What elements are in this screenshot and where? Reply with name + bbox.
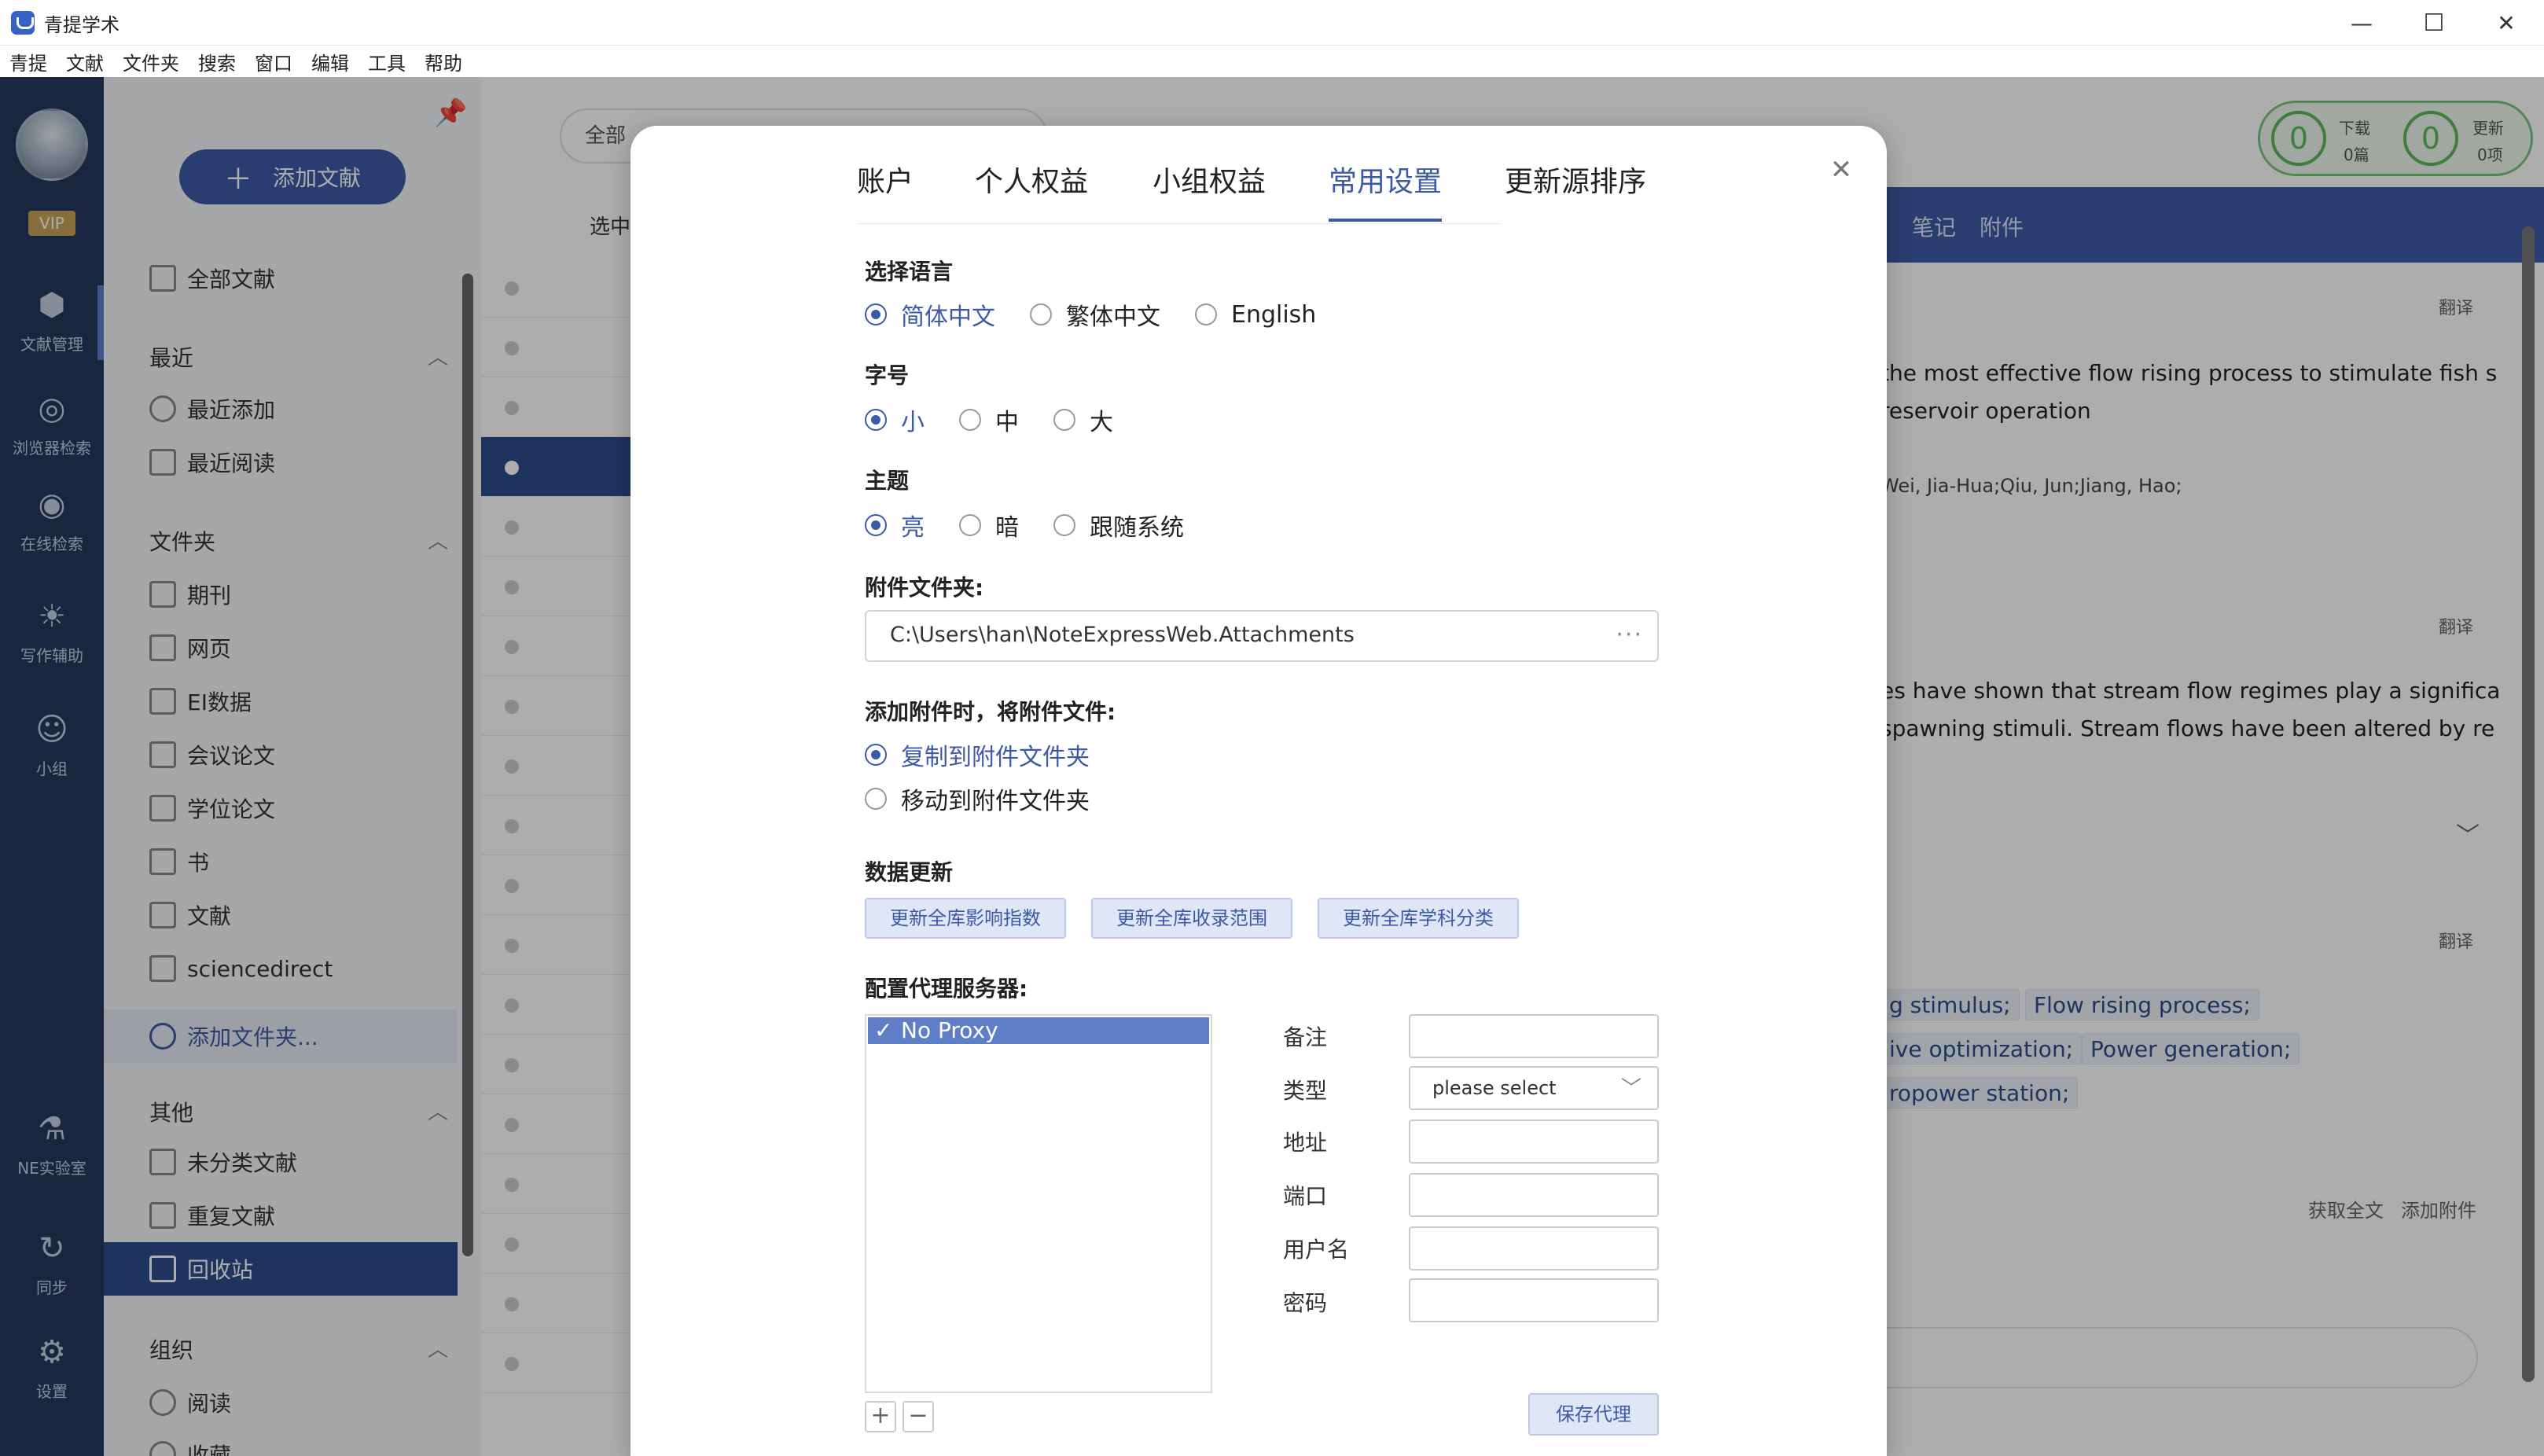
radio-english[interactable]: English (1195, 301, 1316, 329)
attach-mode-radio-move: 移动到附件文件夹 (865, 781, 1124, 816)
radio-font-small[interactable]: 小 (865, 403, 925, 437)
proxy-list[interactable]: ✓ No Proxy (865, 1014, 1212, 1393)
title-bar: 青提学术 — ☐ ✕ (0, 0, 2544, 46)
proxy-username-input[interactable] (1409, 1226, 1659, 1270)
chevron-down-icon: ﹀ (1620, 1077, 1641, 1101)
settings-modal: 账户 个人权益 小组权益 常用设置 更新源排序 ✕ 选择语言 简体中文 繁体中文… (630, 126, 1887, 1456)
proxy-note-input[interactable] (1409, 1014, 1659, 1058)
proxy-port-input[interactable] (1409, 1173, 1659, 1217)
radio-copy-to-folder[interactable]: 复制到附件文件夹 (865, 737, 1090, 772)
language-label: 选择语言 (865, 259, 954, 285)
menu-help[interactable]: 帮助 (425, 48, 462, 75)
proxy-note-label: 备注 (1283, 1024, 1328, 1050)
proxy-password-label: 密码 (1283, 1290, 1328, 1316)
tab-personal-benefits[interactable]: 个人权益 (975, 159, 1088, 206)
menu-folder[interactable]: 文件夹 (123, 48, 179, 75)
check-icon: ✓ (874, 1017, 893, 1043)
proxy-list-item[interactable]: ✓ No Proxy (868, 1017, 1209, 1044)
menu-bar: 青提 文献 文件夹 搜索 窗口 编辑 工具 帮助 (0, 46, 2544, 77)
menu-search[interactable]: 搜索 (198, 48, 236, 75)
radio-font-medium[interactable]: 中 (959, 403, 1019, 437)
tab-group-benefits[interactable]: 小组权益 (1153, 159, 1266, 206)
radio-simplified-chinese[interactable]: 简体中文 (865, 297, 995, 332)
update-coverage-button[interactable]: 更新全库收录范围 (1091, 898, 1292, 939)
tab-update-source-order[interactable]: 更新源排序 (1505, 159, 1646, 206)
close-button[interactable]: ✕ (2470, 0, 2542, 46)
proxy-port-label: 端口 (1283, 1183, 1328, 1209)
menu-qingti[interactable]: 青提 (9, 48, 47, 75)
language-radio-group: 简体中文 繁体中文 English (865, 297, 1351, 332)
proxy-label: 配置代理服务器: (865, 976, 1028, 1002)
menu-window[interactable]: 窗口 (255, 48, 292, 75)
proxy-address-input[interactable] (1409, 1120, 1659, 1164)
attach-folder-label: 附件文件夹: (865, 575, 984, 601)
proxy-username-label: 用户名 (1283, 1237, 1350, 1263)
attach-mode-radio-copy: 复制到附件文件夹 (865, 737, 1124, 772)
save-proxy-button[interactable]: 保存代理 (1528, 1393, 1659, 1436)
radio-theme-dark[interactable]: 暗 (959, 508, 1019, 542)
minimize-button[interactable]: — (2325, 0, 2398, 46)
radio-move-to-folder[interactable]: 移动到附件文件夹 (865, 781, 1090, 816)
attach-mode-label: 添加附件时，将附件文件: (865, 699, 1116, 725)
proxy-type-select[interactable]: please select ﹀ (1409, 1066, 1659, 1110)
close-icon[interactable]: ✕ (1825, 154, 1857, 186)
fontsize-radio-group: 小 中 大 (865, 403, 1148, 437)
menu-edit[interactable]: 编辑 (311, 48, 349, 75)
update-subject-button[interactable]: 更新全库学科分类 (1318, 898, 1519, 939)
radio-theme-system[interactable]: 跟随系统 (1053, 508, 1184, 542)
fontsize-label: 字号 (865, 362, 910, 388)
active-tab-indicator (1329, 219, 1442, 222)
theme-label: 主题 (865, 468, 910, 494)
more-icon[interactable]: ··· (1616, 621, 1643, 649)
maximize-button[interactable]: ☐ (2398, 0, 2470, 46)
tab-common-settings[interactable]: 常用设置 (1329, 159, 1442, 206)
tab-account[interactable]: 账户 (857, 159, 914, 206)
window-title: 青提学术 (44, 14, 119, 36)
proxy-password-input[interactable] (1409, 1278, 1659, 1322)
proxy-address-label: 地址 (1283, 1130, 1328, 1156)
remove-proxy-button[interactable]: − (903, 1401, 934, 1432)
tab-divider (857, 223, 1500, 224)
menu-literature[interactable]: 文献 (66, 48, 104, 75)
update-impact-index-button[interactable]: 更新全库影响指数 (865, 898, 1066, 939)
proxy-type-label: 类型 (1283, 1078, 1328, 1104)
app-logo-icon (11, 11, 35, 35)
data-update-label: 数据更新 (865, 859, 954, 885)
radio-font-large[interactable]: 大 (1053, 403, 1113, 437)
theme-radio-group: 亮 暗 跟随系统 (865, 508, 1219, 542)
radio-traditional-chinese[interactable]: 繁体中文 (1030, 297, 1160, 332)
radio-theme-light[interactable]: 亮 (865, 508, 925, 542)
add-proxy-button[interactable]: + (865, 1401, 896, 1432)
menu-tools[interactable]: 工具 (368, 48, 406, 75)
attach-folder-input[interactable]: C:\Users\han\NoteExpressWeb.Attachments … (865, 610, 1659, 662)
